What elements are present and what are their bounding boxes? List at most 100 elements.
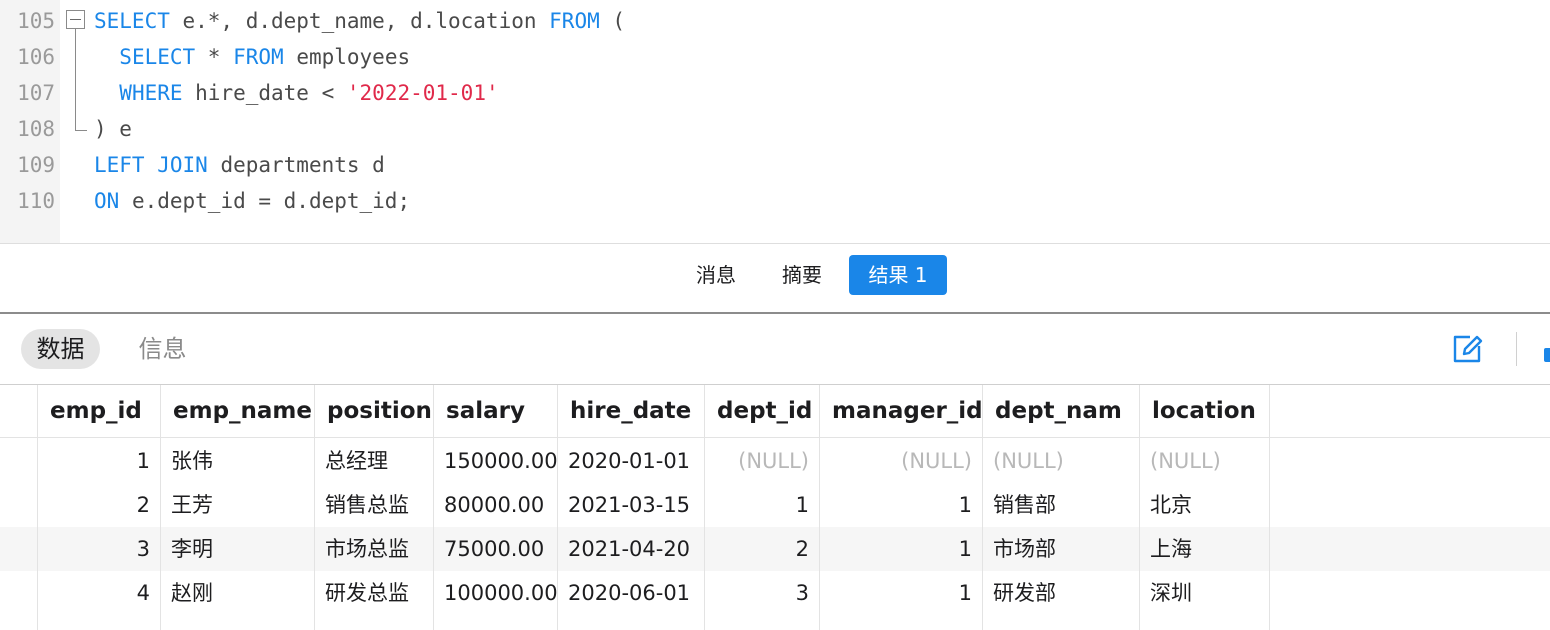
- segment-data[interactable]: 数据: [21, 329, 100, 369]
- column-divider[interactable]: [982, 385, 983, 630]
- column-header-position[interactable]: position: [314, 385, 433, 438]
- column-divider[interactable]: [314, 385, 315, 630]
- table-cell[interactable]: 75000.00: [433, 527, 557, 571]
- table-cell[interactable]: 深圳: [1139, 571, 1269, 615]
- sql-token: e.*, d.dept_name, d.location: [169, 9, 550, 33]
- tab-messages[interactable]: 消息: [684, 255, 748, 295]
- column-header-emp-name[interactable]: emp_name: [160, 385, 314, 438]
- column-divider[interactable]: [433, 385, 434, 630]
- table-row[interactable]: 1 张伟 总经理 150000.00 2020-01-01 (NULL) (NULL) (NU…: [0, 439, 1550, 483]
- table-cell[interactable]: 150000.00: [433, 439, 557, 483]
- table-cell[interactable]: 1: [37, 439, 160, 483]
- column-divider[interactable]: [1139, 385, 1140, 630]
- table-cell[interactable]: 销售部: [982, 483, 1139, 527]
- line-number: 107: [17, 81, 55, 105]
- sql-keyword: LEFT JOIN: [94, 153, 208, 177]
- table-cell[interactable]: (NULL): [704, 439, 819, 483]
- line-number: 106: [17, 45, 55, 69]
- fold-guide-line: [75, 29, 76, 130]
- sql-keyword: SELECT: [119, 45, 196, 69]
- table-cell[interactable]: 2021-03-15: [557, 483, 704, 527]
- table-cell[interactable]: 上海: [1139, 527, 1269, 571]
- table-cell[interactable]: 1: [704, 483, 819, 527]
- table-cell[interactable]: 1: [819, 571, 982, 615]
- code-text: WHERE hire_date < '2022-01-01': [94, 75, 499, 111]
- table-cell[interactable]: 4: [37, 571, 160, 615]
- sql-keyword: WHERE: [119, 81, 183, 105]
- table-cell[interactable]: 3: [37, 527, 160, 571]
- sql-token: e.dept_id = d.dept_id;: [119, 189, 411, 213]
- table-cell[interactable]: 2: [704, 527, 819, 571]
- line-number: 110: [17, 189, 55, 213]
- column-header-location[interactable]: location: [1139, 385, 1269, 438]
- result-grid[interactable]: emp_id emp_name position salary hire_date dep…: [0, 385, 1550, 630]
- table-cell[interactable]: 研发部: [982, 571, 1139, 615]
- sql-token: ) e: [94, 117, 132, 141]
- sql-editor[interactable]: 105 SELECT e.*, d.dept_name, d.location F…: [0, 0, 1550, 243]
- sql-token: (: [599, 9, 626, 33]
- table-cell[interactable]: 赵刚: [160, 571, 314, 615]
- table-cell[interactable]: 市场部: [982, 527, 1139, 571]
- column-divider[interactable]: [704, 385, 705, 630]
- table-cell[interactable]: (NULL): [982, 439, 1139, 483]
- segment-info[interactable]: 信息: [123, 329, 202, 369]
- column-header-dept-id[interactable]: dept_id: [704, 385, 819, 438]
- column-divider[interactable]: [160, 385, 161, 630]
- table-row[interactable]: 4 赵刚 研发总监 100000.00 2020-06-01 3 1 研发部 深圳: [0, 571, 1550, 615]
- result-tabs-bar: 消息 摘要 结果 1: [0, 244, 1550, 312]
- table-cell[interactable]: 销售总监: [314, 483, 433, 527]
- code-text: SELECT * FROM employees: [94, 39, 410, 75]
- table-cell[interactable]: 王芳: [160, 483, 314, 527]
- table-cell[interactable]: 80000.00: [433, 483, 557, 527]
- toolbar-overflow-icon[interactable]: [1544, 348, 1550, 362]
- table-row[interactable]: 2 王芳 销售总监 80000.00 2021-03-15 1 1 销售部 北京: [0, 483, 1550, 527]
- toolbar-separator: [1516, 332, 1517, 366]
- table-cell[interactable]: 北京: [1139, 483, 1269, 527]
- column-header-dept-nam[interactable]: dept_nam: [982, 385, 1139, 438]
- column-header-salary[interactable]: salary: [433, 385, 557, 438]
- column-divider[interactable]: [1269, 385, 1270, 630]
- table-cell[interactable]: 总经理: [314, 439, 433, 483]
- sql-token: hire_date <: [182, 81, 347, 105]
- table-cell[interactable]: 市场总监: [314, 527, 433, 571]
- code-text: ON e.dept_id = d.dept_id;: [94, 183, 410, 219]
- table-cell[interactable]: 1: [819, 483, 982, 527]
- table-cell[interactable]: 李明: [160, 527, 314, 571]
- sql-keyword: ON: [94, 189, 120, 213]
- table-cell[interactable]: 2021-04-20: [557, 527, 704, 571]
- column-header-hire-date[interactable]: hire_date: [557, 385, 704, 438]
- table-cell[interactable]: 100000.00: [433, 571, 557, 615]
- tab-summary[interactable]: 摘要: [770, 255, 834, 295]
- table-cell[interactable]: 1: [819, 527, 982, 571]
- table-cell[interactable]: 张伟: [160, 439, 314, 483]
- tab-result-1[interactable]: 结果 1: [849, 255, 947, 295]
- line-number: 108: [17, 117, 55, 141]
- sql-string: '2022-01-01': [346, 81, 499, 105]
- table-cell[interactable]: (NULL): [819, 439, 982, 483]
- result-toolbar: 数据 信息: [0, 314, 1550, 384]
- column-divider[interactable]: [37, 385, 38, 630]
- code-text: ) e: [94, 111, 132, 147]
- table-cell[interactable]: (NULL): [1139, 439, 1269, 483]
- fold-collapse-icon[interactable]: [66, 10, 85, 29]
- column-header-emp-id[interactable]: emp_id: [37, 385, 160, 438]
- pencil-edit-icon[interactable]: [1450, 332, 1484, 366]
- table-cell[interactable]: 2020-01-01: [557, 439, 704, 483]
- sql-token: departments d: [207, 153, 385, 177]
- line-number: 105: [17, 9, 55, 33]
- line-number: 109: [17, 153, 55, 177]
- code-text: LEFT JOIN departments d: [94, 147, 385, 183]
- sql-token: employees: [283, 45, 411, 69]
- table-cell[interactable]: 3: [704, 571, 819, 615]
- fold-guide-end: [75, 130, 87, 131]
- table-cell[interactable]: 2020-06-01: [557, 571, 704, 615]
- column-header-manager-id[interactable]: manager_id: [819, 385, 982, 438]
- table-cell[interactable]: 研发总监: [314, 571, 433, 615]
- table-row[interactable]: 3 李明 市场总监 75000.00 2021-04-20 2 1 市场部 上海: [0, 527, 1550, 571]
- column-divider[interactable]: [819, 385, 820, 630]
- sql-keyword: SELECT: [94, 9, 170, 33]
- column-divider[interactable]: [557, 385, 558, 630]
- table-cell[interactable]: 2: [37, 483, 160, 527]
